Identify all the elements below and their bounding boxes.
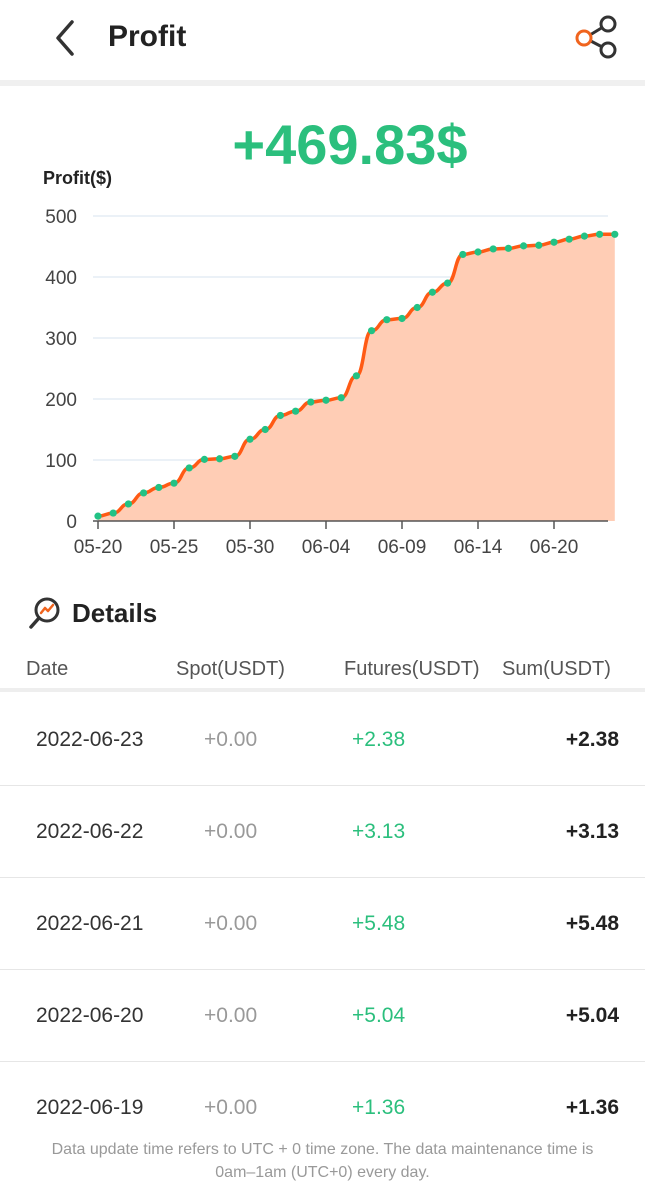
data-point bbox=[550, 238, 558, 246]
x-tick-label: 05-30 bbox=[226, 537, 275, 558]
row-spot: +0.00 bbox=[204, 820, 258, 843]
x-tick-label: 06-14 bbox=[454, 537, 503, 558]
table-row: 2022-06-21 +0.00 +5.48 +5.48 bbox=[0, 878, 645, 970]
data-point bbox=[383, 316, 391, 324]
row-date: 2022-06-19 bbox=[36, 1096, 144, 1119]
data-point bbox=[489, 245, 497, 253]
data-point bbox=[596, 230, 604, 238]
data-point bbox=[200, 455, 208, 463]
x-tick-label: 06-20 bbox=[530, 537, 579, 558]
row-sum: +2.38 bbox=[565, 728, 619, 751]
data-point bbox=[580, 232, 589, 240]
data-point bbox=[231, 452, 239, 460]
row-futures: +1.36 bbox=[352, 1096, 406, 1119]
data-point bbox=[565, 235, 573, 243]
data-point bbox=[261, 425, 269, 434]
row-futures: +2.38 bbox=[352, 728, 406, 751]
data-point bbox=[535, 241, 543, 249]
details-table-body: 2022-06-23 +0.00 +2.38 +2.38 2022-06-22 … bbox=[0, 694, 645, 1154]
x-tick-label: 05-20 bbox=[74, 537, 123, 558]
y-tick-label: 400 bbox=[45, 268, 77, 289]
data-point bbox=[398, 314, 406, 323]
data-point bbox=[611, 230, 619, 238]
page-title: Profit bbox=[108, 20, 187, 53]
data-point bbox=[140, 489, 148, 497]
data-point bbox=[322, 396, 330, 404]
row-spot: +0.00 bbox=[204, 912, 258, 935]
row-futures: +5.48 bbox=[352, 912, 406, 935]
data-point bbox=[307, 398, 315, 406]
row-date: 2022-06-23 bbox=[36, 728, 144, 751]
data-point bbox=[504, 244, 512, 252]
row-sum: +5.04 bbox=[565, 1004, 619, 1027]
data-point bbox=[413, 303, 421, 312]
row-date: 2022-06-20 bbox=[36, 1004, 144, 1027]
y-tick-label: 100 bbox=[45, 451, 77, 472]
row-futures: +5.04 bbox=[352, 1004, 406, 1027]
chevron-left-icon bbox=[56, 20, 74, 56]
data-point bbox=[246, 435, 254, 443]
table-row: 2022-06-23 +0.00 +2.38 +2.38 bbox=[0, 694, 645, 786]
data-point bbox=[170, 479, 178, 487]
profit-chart: Profit($) 0 100 200 300 400 500 05-20 05-25 05-30… bbox=[0, 160, 645, 570]
row-spot: +0.00 bbox=[204, 728, 258, 751]
row-futures: +3.13 bbox=[352, 820, 406, 843]
column-header-futures: Futures(USDT) bbox=[344, 658, 480, 680]
y-tick-label: 500 bbox=[45, 207, 77, 228]
row-spot: +0.00 bbox=[204, 1096, 258, 1119]
data-point bbox=[352, 372, 360, 380]
share-button[interactable] bbox=[572, 12, 622, 62]
footer-note-line2: 0am–1am (UTC+0) every day. bbox=[215, 1164, 430, 1181]
row-sum: +1.36 bbox=[565, 1096, 619, 1119]
data-point bbox=[368, 327, 376, 335]
data-point bbox=[155, 483, 163, 492]
footer-note: Data update time refers to UTC + 0 time … bbox=[0, 1138, 645, 1184]
row-date: 2022-06-22 bbox=[36, 820, 144, 843]
row-sum: +5.48 bbox=[565, 912, 619, 935]
profit-area-chart: Profit($) 0 100 200 300 400 500 05-20 05-25 05-30… bbox=[43, 168, 619, 558]
data-point bbox=[109, 509, 117, 517]
table-row: 2022-06-20 +0.00 +5.04 +5.04 bbox=[0, 970, 645, 1062]
column-header-sum: Sum(USDT) bbox=[502, 658, 611, 680]
details-title: Details bbox=[72, 598, 158, 628]
trend-magnifier-icon bbox=[29, 597, 60, 629]
x-tick-label: 06-09 bbox=[378, 537, 427, 558]
y-tick-label: 300 bbox=[45, 329, 77, 350]
data-point bbox=[474, 248, 482, 256]
x-tick-label: 06-04 bbox=[302, 537, 351, 558]
data-point bbox=[428, 288, 436, 296]
row-date: 2022-06-21 bbox=[36, 912, 144, 935]
y-tick-label: 200 bbox=[45, 390, 77, 411]
data-point bbox=[94, 512, 102, 520]
data-point bbox=[292, 407, 300, 415]
data-point bbox=[124, 500, 132, 508]
back-button[interactable] bbox=[46, 18, 82, 58]
data-point bbox=[276, 411, 284, 420]
column-header-spot: Spot(USDT) bbox=[176, 658, 285, 680]
data-point bbox=[459, 250, 467, 259]
share-icon bbox=[575, 15, 617, 59]
data-point bbox=[444, 279, 452, 287]
y-tick-label: 0 bbox=[66, 512, 77, 533]
data-point bbox=[216, 455, 224, 463]
data-point bbox=[185, 464, 193, 472]
column-header-date: Date bbox=[26, 658, 69, 680]
table-row: 2022-06-22 +0.00 +3.13 +3.13 bbox=[0, 786, 645, 878]
row-spot: +0.00 bbox=[204, 1004, 258, 1027]
details-table-header: Date Spot(USDT) Futures(USDT) Sum(USDT) bbox=[0, 650, 645, 692]
x-tick-label: 05-25 bbox=[150, 537, 199, 558]
data-point bbox=[337, 394, 345, 402]
data-point bbox=[520, 242, 528, 250]
y-axis-label: Profit($) bbox=[43, 168, 112, 188]
row-sum: +3.13 bbox=[565, 820, 619, 843]
app-header: Profit bbox=[0, 0, 645, 86]
footer-note-line1: Data update time refers to UTC + 0 time … bbox=[51, 1141, 594, 1158]
